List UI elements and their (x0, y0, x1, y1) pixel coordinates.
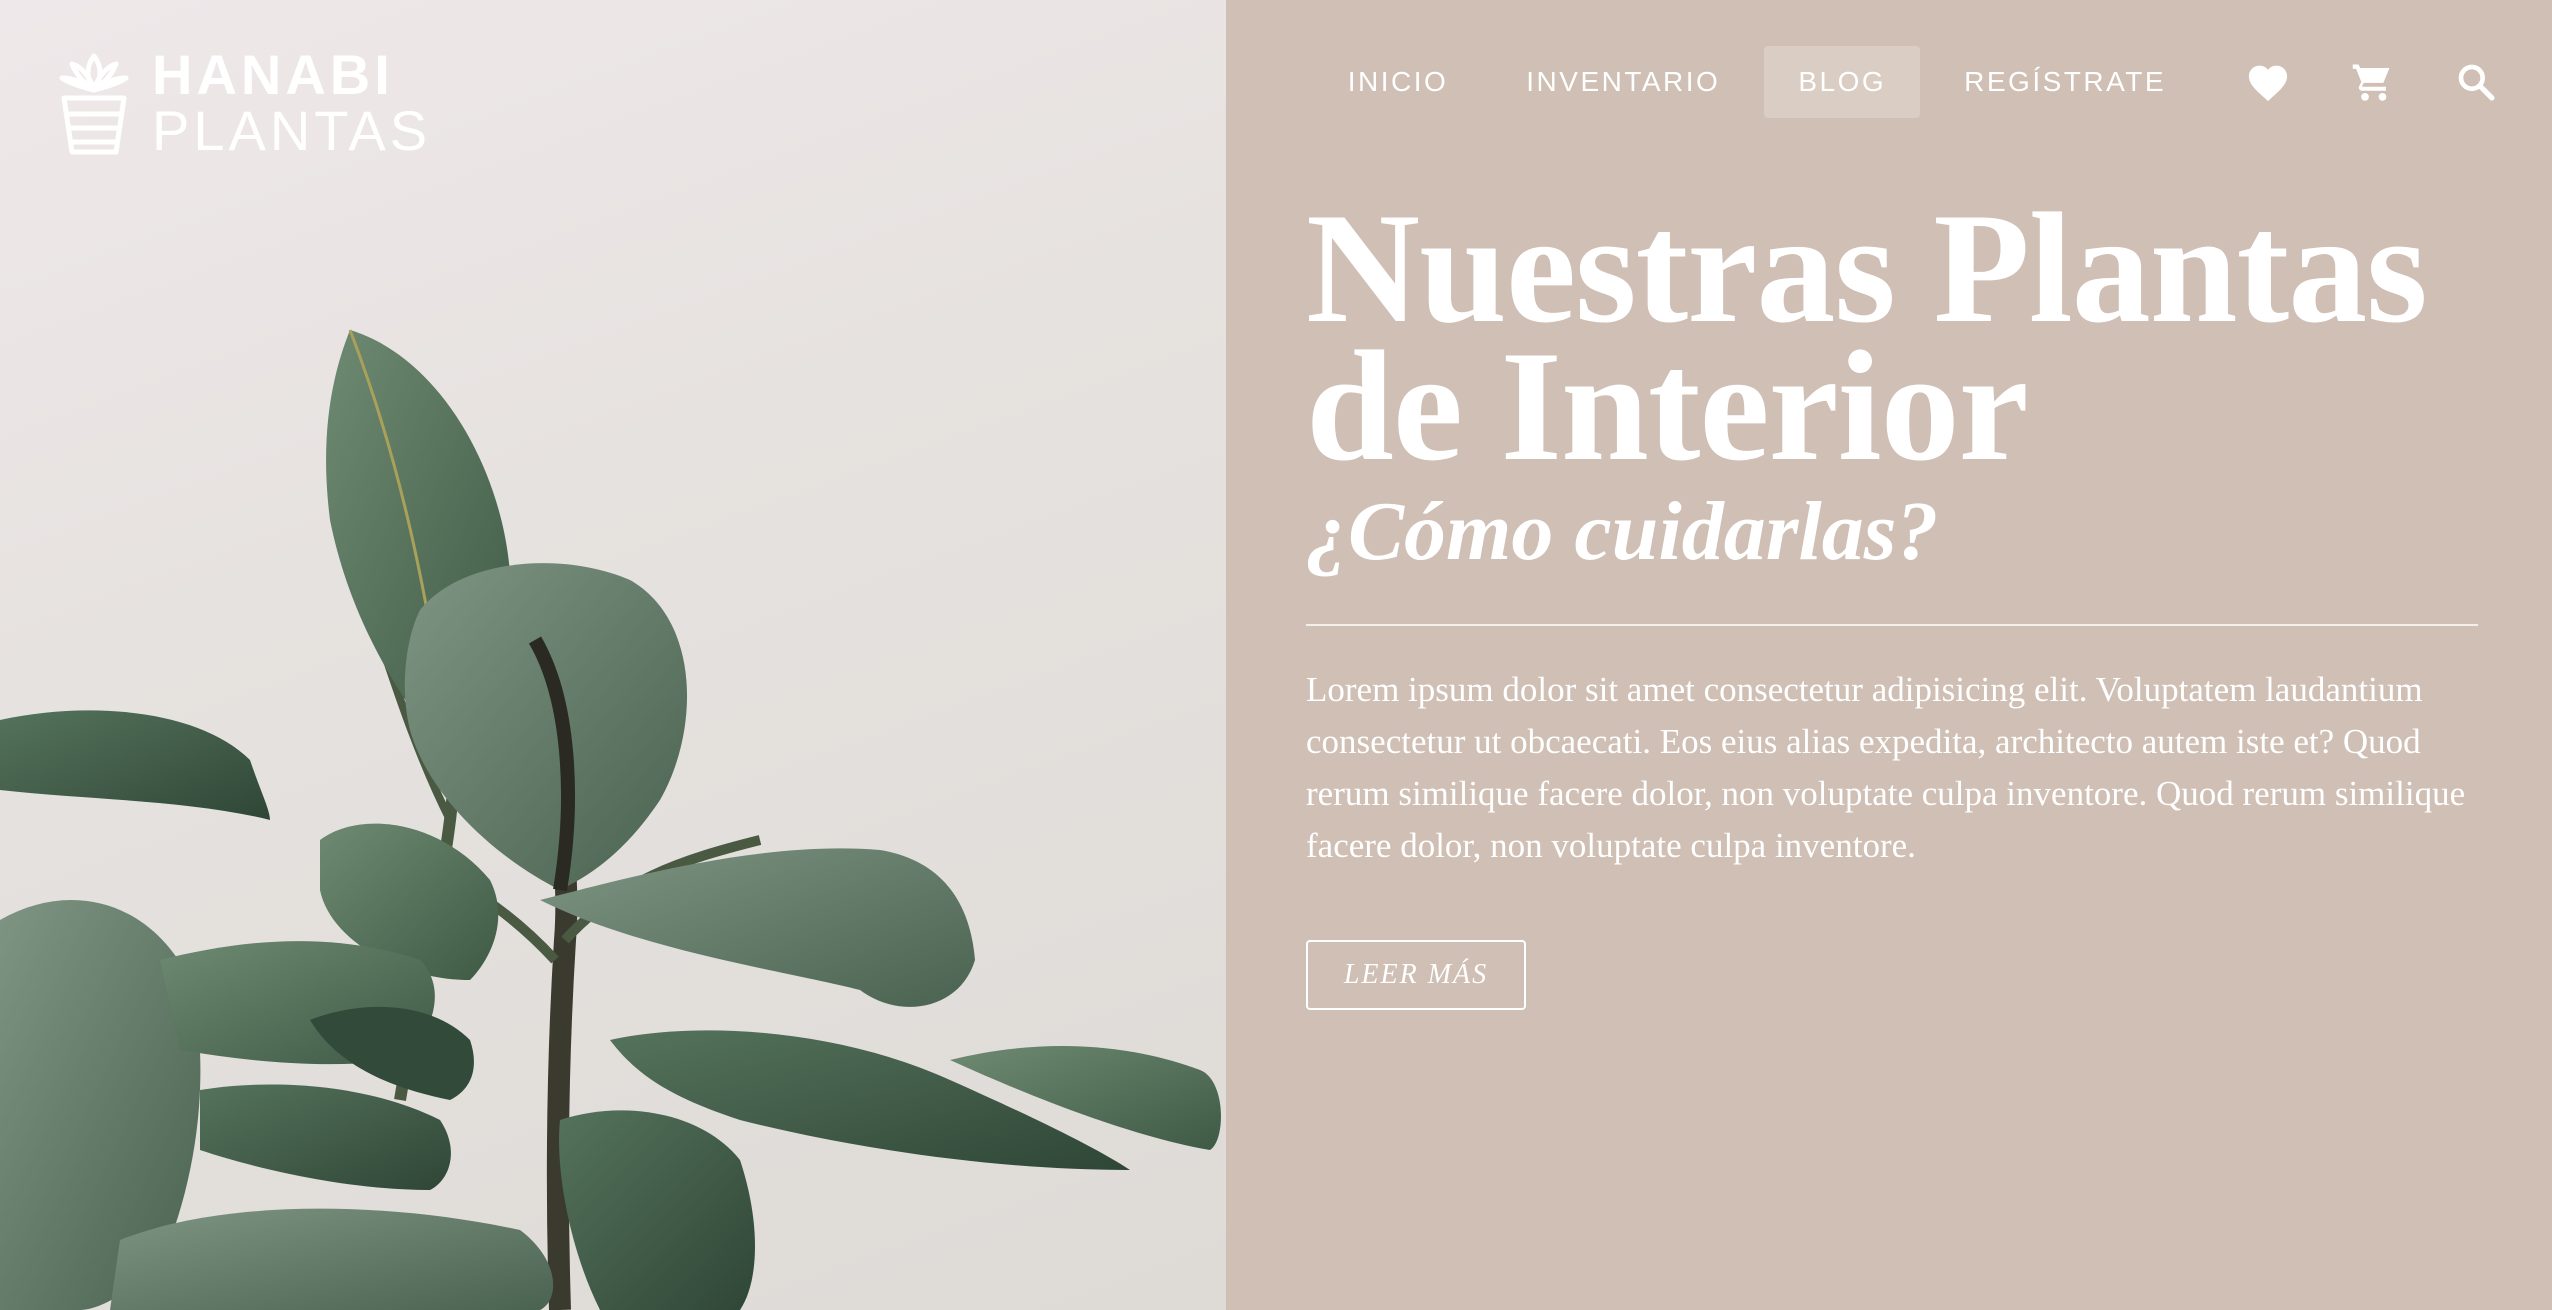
title-text: Nuestras Plantas de Interior (1306, 181, 2428, 494)
favorites-button[interactable] (2232, 46, 2304, 118)
page-subtitle: ¿Cómo cuidarlas? (1306, 485, 1939, 578)
hero-panel: INICIO INVENTARIO BLOG REGÍSTRATE Nuestr… (1226, 0, 2552, 1310)
brand-name-line1: HANABI (152, 43, 394, 106)
search-button[interactable] (2440, 46, 2512, 118)
brand-name-line2: PLANTAS (152, 99, 432, 162)
hero-body-text: Lorem ipsum dolor sit amet consectetur a… (1306, 670, 2466, 865)
nav-item-blog[interactable]: BLOG (1764, 46, 1921, 118)
main-nav: INICIO INVENTARIO BLOG REGÍSTRATE (1314, 46, 2512, 118)
brand-logo[interactable]: HANABI PLANTAS (58, 43, 432, 162)
nav-item-inicio[interactable]: INICIO (1314, 46, 1483, 118)
divider (1306, 624, 2478, 626)
nav-item-inventario[interactable]: INVENTARIO (1492, 46, 1754, 118)
hero-content: Nuestras Plantas de Interior ¿Cómo cuida… (1306, 190, 2478, 1010)
page-title: Nuestras Plantas de Interior (1306, 190, 2478, 486)
heart-icon (2248, 65, 2288, 102)
cart-icon (2352, 64, 2390, 101)
plant-pot-icon (59, 53, 129, 155)
nav-item-registrate[interactable]: REGÍSTRATE (1930, 46, 2200, 118)
hero-plant-image (0, 0, 1226, 1310)
read-more-button[interactable]: LEER MÁS (1306, 940, 1526, 1010)
search-icon (2458, 64, 2495, 101)
cart-button[interactable] (2336, 46, 2408, 118)
rubber-plant-illustration (0, 329, 1221, 1310)
